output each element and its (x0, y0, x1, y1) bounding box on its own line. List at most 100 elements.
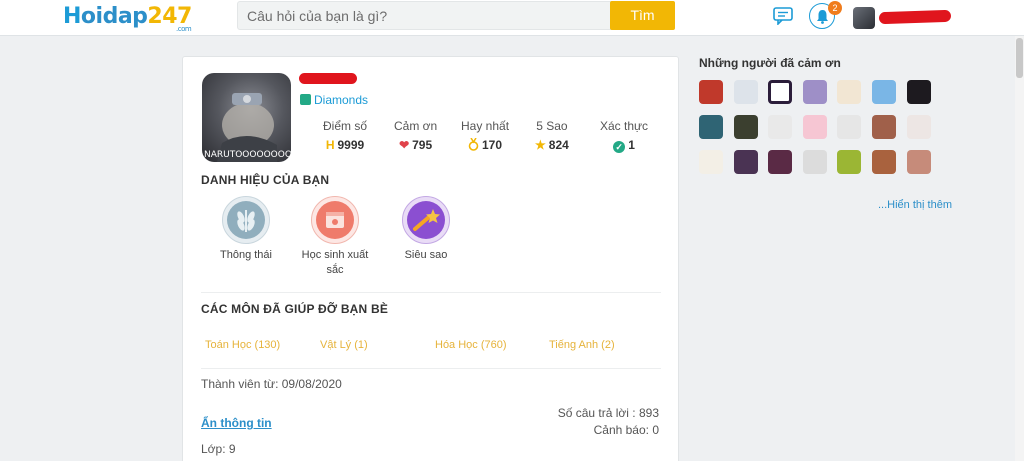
grade-label: Lớp: 9 (201, 442, 236, 456)
badge-inner (227, 201, 265, 239)
thanker-avatar[interactable] (872, 150, 896, 174)
notification-count-badge: 2 (828, 1, 842, 15)
thanker-avatar[interactable] (768, 150, 792, 174)
stat-label: Cảm ơn (394, 119, 438, 133)
thanker-avatar[interactable] (734, 150, 758, 174)
badge-circle (402, 196, 450, 244)
badge-circle (311, 196, 359, 244)
member-since: Thành viên từ: 09/08/2020 (201, 377, 342, 391)
thanker-avatar[interactable] (803, 115, 827, 139)
stat-label: Điểm số (323, 119, 368, 133)
verified-check-icon: ✓ (613, 141, 626, 153)
search-button[interactable]: Tìm (610, 1, 675, 30)
thanker-avatar[interactable] (837, 150, 861, 174)
badge-label: Siêu sao (404, 249, 448, 261)
badge-label: Thông thái (220, 249, 272, 261)
subject-link[interactable]: Toán Học (130) (205, 339, 280, 351)
logo-letter: H (63, 4, 81, 29)
badge-circle (222, 196, 270, 244)
certificate-icon (326, 212, 344, 228)
thanker-avatar[interactable] (837, 115, 861, 139)
thanker-avatar[interactable] (768, 115, 792, 139)
stat-thanks: Cảm ơn ❤ 795 (394, 119, 437, 152)
top-header: Hoidap247 .com Tìm 2 (0, 0, 1024, 36)
thanker-avatar[interactable] (872, 115, 896, 139)
stat-value: ❤ 795 (394, 138, 437, 152)
answers-count: Số câu trả lời : 893 (557, 406, 659, 420)
stat-label: Hay nhất (461, 119, 510, 133)
badge-inner (407, 201, 445, 239)
medal-icon (468, 137, 479, 151)
search-input[interactable] (238, 2, 610, 29)
thanker-avatar[interactable] (907, 80, 931, 104)
points-icon: H (325, 138, 335, 152)
thanker-avatar[interactable] (872, 80, 896, 104)
stat-value: 170 (461, 137, 509, 152)
thanker-avatar[interactable] (907, 150, 931, 174)
stat-label: Xác thực (600, 119, 649, 133)
stat-points: Điểm số H 9999 (323, 119, 367, 152)
stat-verified: Xác thực ✓ 1 (600, 119, 648, 153)
title-badge-sieu-sao[interactable]: Siêu sao (397, 196, 455, 263)
stat-value: ✓ 1 (600, 138, 648, 153)
rank-text: Diamonds (314, 93, 369, 107)
stat-value: ★ 824 (535, 138, 569, 152)
profile-card: NARUTOOOOOOOO Diamonds Điểm số H 9999 Cảm… (182, 56, 679, 461)
rank-label: Diamonds (300, 93, 368, 107)
wheat-icon (237, 210, 255, 232)
stat-label: 5 Sao (536, 119, 568, 133)
user-avatar[interactable] (853, 7, 875, 29)
avatar-image-icon (217, 93, 277, 162)
subjects-heading: CÁC MÔN ĐÃ GIÚP ĐỠ BẠN BÈ (201, 302, 389, 316)
stat-number: 170 (482, 138, 503, 152)
title-badge-hoc-sinh-xuat-sac[interactable]: Học sinh xuất sắc (296, 196, 374, 278)
redacted-username[interactable] (878, 9, 952, 25)
redacted-profile-name (299, 73, 357, 84)
thanker-avatar[interactable] (699, 150, 723, 174)
page-scrollbar[interactable] (1015, 36, 1024, 461)
title-badge-thong-thai[interactable]: Thông thái (219, 196, 273, 263)
subject-link[interactable]: Vật Lý (1) (320, 339, 368, 351)
thanker-avatar[interactable] (699, 115, 723, 139)
thanker-avatar[interactable] (907, 115, 931, 139)
answer-stats: Số câu trả lời : 893 Cảnh báo: 0 (558, 405, 659, 439)
chat-bubble-icon[interactable] (773, 7, 793, 25)
stat-number: 824 (548, 138, 569, 152)
warnings-count: Cảnh báo: 0 (593, 423, 659, 437)
show-more-link[interactable]: ...Hiển thị thêm (878, 199, 952, 211)
avatar-caption: NARUTOOOOOOOO (204, 150, 291, 160)
badge-inner (316, 201, 354, 239)
search-bar: Tìm (237, 1, 675, 30)
stat-value: H 9999 (323, 138, 367, 152)
section-divider (201, 292, 661, 293)
badge-label: Học sinh xuất sắc (301, 249, 369, 276)
stat-best: Hay nhất 170 (461, 119, 509, 152)
stat-number: 795 (412, 138, 433, 152)
section-divider (201, 368, 661, 369)
subject-link[interactable]: Tiếng Anh (2) (549, 339, 615, 351)
stat-number: 1 (628, 138, 635, 152)
star-icon: ★ (535, 138, 546, 152)
stat-five-star: 5 Sao ★ 824 (535, 119, 569, 152)
titles-heading: DANH HIỆU CỦA BẠN (201, 173, 330, 187)
shooting-star-icon (413, 209, 440, 231)
thanker-avatar[interactable] (734, 80, 758, 104)
stat-number: 9999 (337, 138, 365, 152)
site-logo[interactable]: Hoidap247 .com (63, 4, 192, 33)
thanker-avatar[interactable] (803, 80, 827, 104)
thanker-avatar[interactable] (734, 115, 758, 139)
scrollbar-thumb[interactable] (1016, 38, 1023, 78)
bell-icon (817, 10, 828, 24)
thanker-avatar[interactable] (699, 80, 723, 104)
subject-link[interactable]: Hóa Học (760) (435, 339, 507, 351)
heart-icon: ❤ (399, 138, 410, 152)
profile-avatar: NARUTOOOOOOOO (202, 73, 291, 162)
thankers-heading: Những người đã cảm ơn (699, 56, 841, 70)
thanker-avatar[interactable] (837, 80, 861, 104)
hide-info-link[interactable]: Ẩn thông tin (201, 416, 272, 430)
thanker-avatar[interactable] (768, 80, 792, 104)
logo-domain: .com (176, 25, 192, 33)
diamond-rank-icon (300, 94, 311, 105)
thanker-avatar[interactable] (803, 150, 827, 174)
logo-text: oidap (80, 4, 148, 29)
